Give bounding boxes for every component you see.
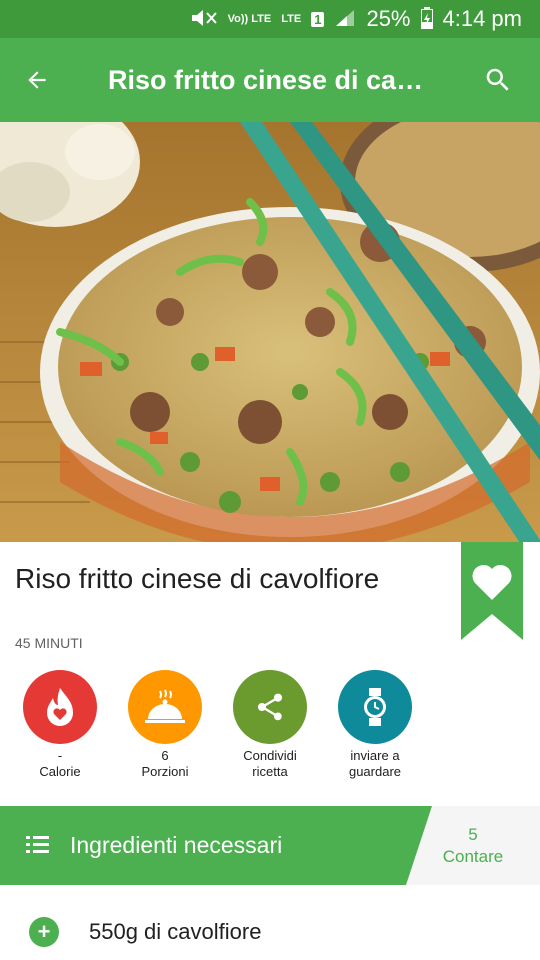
send-to-watch-action[interactable]: inviare a guardare	[320, 670, 430, 780]
serving-dish-icon	[128, 670, 202, 744]
servings-value: 6	[161, 748, 169, 763]
send-to-watch-label: inviare a guardare	[348, 748, 402, 779]
list-icon	[26, 834, 50, 861]
sim-indicator: 1	[311, 11, 325, 27]
search-icon	[486, 68, 509, 91]
arrow-back-icon	[28, 71, 46, 89]
share-recipe-action[interactable]: Condividi ricetta	[215, 670, 325, 780]
watch-icon	[338, 670, 412, 744]
ingredient-item[interactable]: + 550g di cavolfiore	[0, 885, 540, 960]
recipe-info: Riso fritto cinese di cavolfiore 45 MINU…	[0, 542, 540, 804]
ingredient-count-label: Contare	[442, 847, 504, 866]
action-row: - Calorie 6 Porzioni Condividi ricetta i…	[0, 670, 540, 790]
signal-icon	[334, 8, 356, 30]
flame-heart-icon	[23, 670, 97, 744]
calorie-label: Calorie	[39, 764, 81, 779]
page-title: Riso fritto cinese di cavolfiore	[108, 64, 456, 95]
app-bar: Riso fritto cinese di cavolfiore	[0, 38, 540, 122]
ingredient-count-value: 5	[468, 825, 478, 844]
servings-action[interactable]: 6 Porzioni	[110, 670, 220, 780]
clock: 4:14 pm	[442, 6, 523, 31]
favorite-bookmark-button[interactable]	[461, 542, 523, 640]
share-icon	[233, 670, 307, 744]
recipe-duration: 45 MINUTI	[15, 635, 83, 651]
lte-indicator: LTE	[281, 12, 302, 25]
ingredient-count: 5 Contare	[406, 824, 540, 868]
share-recipe-label: Condividi ricetta	[243, 748, 297, 779]
ingredients-title: Ingredienti necessari	[70, 832, 283, 858]
search-button[interactable]	[456, 38, 540, 122]
ingredients-header: Ingredienti necessari 5 Contare	[0, 806, 540, 885]
calorie-value: -	[57, 748, 63, 763]
battery-icon	[420, 7, 433, 31]
recipe-title: Riso fritto cinese di cavolfiore	[15, 563, 380, 594]
volte-indicator: Vo)) LTE	[227, 12, 272, 25]
ingredient-text: 550g di cavolfiore	[89, 919, 262, 944]
status-bar: Vo)) LTE LTE 1 25% 4:14 pm	[0, 0, 540, 38]
recipe-photo	[0, 122, 540, 542]
back-button[interactable]	[0, 38, 74, 122]
calorie-action[interactable]: - Calorie	[5, 670, 115, 780]
mute-icon	[190, 9, 218, 29]
add-ingredient-icon[interactable]: +	[29, 917, 59, 947]
battery-percent: 25%	[366, 6, 411, 31]
servings-label: Porzioni	[141, 764, 189, 779]
